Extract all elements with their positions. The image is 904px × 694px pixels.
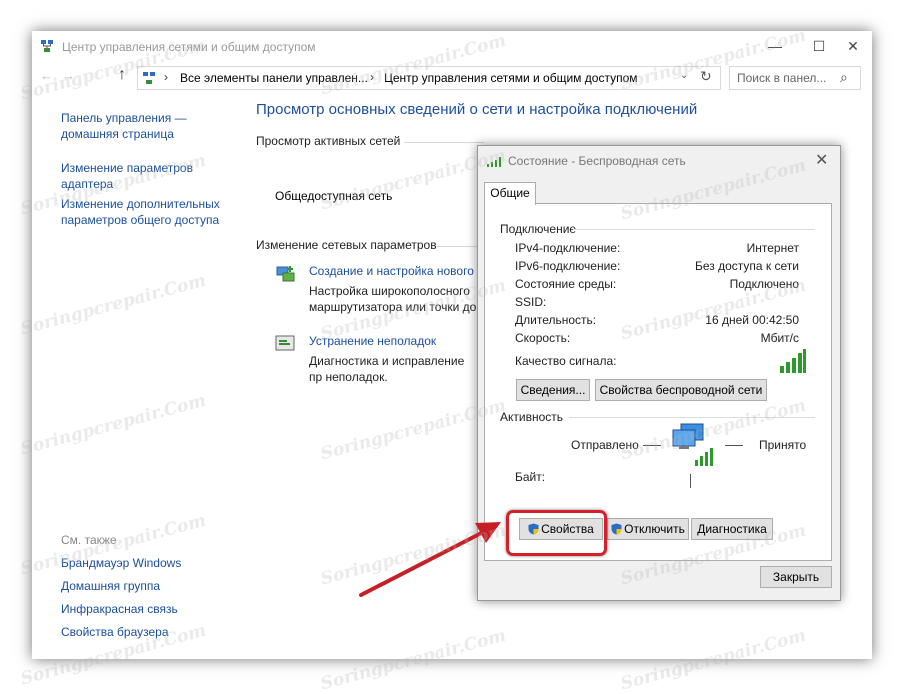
- activity-group-label: Активность: [500, 410, 564, 424]
- ipv6-value: Без доступа к сети: [695, 259, 799, 273]
- see-also-homegroup[interactable]: Домашняя группа: [61, 578, 160, 594]
- speed-label: Скорость:: [515, 331, 571, 345]
- search-icon[interactable]: ⌕: [840, 69, 848, 86]
- signal-strength-icon: [487, 157, 501, 167]
- breadcrumb-separator-icon: ›: [370, 70, 374, 84]
- search-placeholder: Поиск в панел...: [737, 71, 827, 85]
- forward-arrow-icon[interactable]: →: [62, 68, 75, 83]
- network-category: Общедоступная сеть: [275, 189, 393, 203]
- divider: [404, 142, 484, 143]
- new-connection-desc: Настройка широкополосного маршрутизатора…: [309, 284, 477, 314]
- control-panel-icon: [143, 72, 155, 84]
- chevron-down-icon[interactable]: ⌄: [680, 70, 688, 81]
- refresh-icon[interactable]: ↻: [700, 68, 712, 85]
- divider: [573, 229, 815, 230]
- see-also-firewall[interactable]: Брандмауэр Windows: [61, 555, 181, 571]
- active-networks-label: Просмотр активных сетей: [256, 134, 401, 148]
- highlight-frame: [506, 510, 607, 556]
- ipv4-label: IPv4-подключение:: [515, 241, 621, 255]
- divider: [725, 445, 743, 446]
- signal-quality-label: Качество сигнала:: [515, 354, 617, 368]
- details-button[interactable]: Сведения...: [516, 379, 590, 401]
- breadcrumb-separator-icon: ›: [164, 70, 168, 84]
- breadcrumb-network-center[interactable]: Центр управления сетями и общим доступом: [384, 71, 638, 85]
- dialog-title: Состояние - Беспроводная сеть: [508, 154, 686, 168]
- see-also-infrared[interactable]: Инфракрасная связь: [61, 601, 178, 617]
- divider: [569, 417, 815, 418]
- ssid-label: SSID:: [515, 295, 547, 309]
- change-settings-label: Изменение сетевых параметров: [256, 238, 437, 252]
- speed-value: Мбит/с: [760, 331, 799, 345]
- page-title: Просмотр основных сведений о сети и наст…: [256, 101, 698, 118]
- uac-shield-icon: [611, 523, 622, 535]
- up-arrow-icon[interactable]: ↑: [118, 66, 126, 84]
- disable-label: Отключить: [624, 522, 685, 536]
- bytes-label: Байт:: [515, 470, 546, 484]
- sidebar-link-adapter[interactable]: Изменение параметров адаптера: [61, 160, 211, 192]
- close-dialog-button[interactable]: Закрыть: [760, 566, 832, 588]
- pointer-arrow-icon: [359, 522, 501, 597]
- duration-label: Длительность:: [515, 313, 597, 327]
- address-bar[interactable]: › Все элементы панели управлен... › Цент…: [137, 66, 721, 90]
- sidebar-link-sharing[interactable]: Изменение дополнительных параметров обще…: [61, 196, 231, 228]
- diagnose-button[interactable]: Диагностика: [691, 518, 773, 540]
- media-state-label: Состояние среды:: [515, 277, 617, 291]
- wireless-status-dialog: Состояние - Беспроводная сеть ✕ Общие По…: [477, 145, 841, 601]
- new-connection-link[interactable]: Создание и настройка нового: [309, 264, 474, 278]
- see-also-title: См. также: [61, 533, 117, 547]
- minimize-button[interactable]: —: [760, 35, 790, 57]
- media-state-value: Подключено: [729, 277, 799, 291]
- sent-label: Отправлено: [571, 438, 639, 452]
- breadcrumb-all-items[interactable]: Все элементы панели управлен...: [180, 71, 368, 85]
- ipv6-label: IPv6-подключение:: [515, 259, 621, 273]
- troubleshoot-desc: Диагностика и исправление пр неполадок.: [309, 354, 465, 384]
- disable-button[interactable]: Отключить: [607, 518, 689, 540]
- maximize-button[interactable]: ☐: [804, 35, 834, 57]
- ipv4-value: Интернет: [746, 241, 799, 255]
- wireless-properties-button[interactable]: Свойства беспроводной сети: [595, 379, 767, 401]
- network-activity-icon: [672, 423, 713, 466]
- search-input[interactable]: Поиск в панел... ⌕: [729, 66, 861, 90]
- see-also-browser[interactable]: Свойства браузера: [61, 624, 169, 640]
- duration-value: 16 дней 00:42:50: [705, 313, 799, 327]
- close-button[interactable]: ✕: [838, 35, 868, 57]
- address-row: ← → ↑ › Все элементы панели управлен... …: [32, 63, 872, 93]
- title-bar: Центр управления сетями и общим доступом…: [32, 31, 872, 61]
- back-arrow-icon[interactable]: ←: [40, 68, 53, 83]
- troubleshoot-icon: [275, 335, 295, 351]
- tab-panel: Подключение IPv4-подключение: Интернет I…: [484, 203, 832, 561]
- signal-bars-icon: [780, 349, 806, 373]
- divider: [690, 474, 691, 488]
- received-label: Принято: [759, 438, 807, 452]
- new-connection-icon: [276, 266, 295, 282]
- close-icon[interactable]: ✕: [815, 150, 828, 170]
- sidebar-link-home[interactable]: Панель управления — домашняя страница: [61, 110, 211, 142]
- troubleshoot-link[interactable]: Устранение неполадок: [309, 334, 436, 348]
- network-center-icon: [41, 40, 53, 52]
- divider: [643, 445, 661, 446]
- window-title: Центр управления сетями и общим доступом: [62, 40, 316, 54]
- tab-general[interactable]: Общие: [484, 182, 536, 205]
- connection-group-label: Подключение: [500, 222, 577, 236]
